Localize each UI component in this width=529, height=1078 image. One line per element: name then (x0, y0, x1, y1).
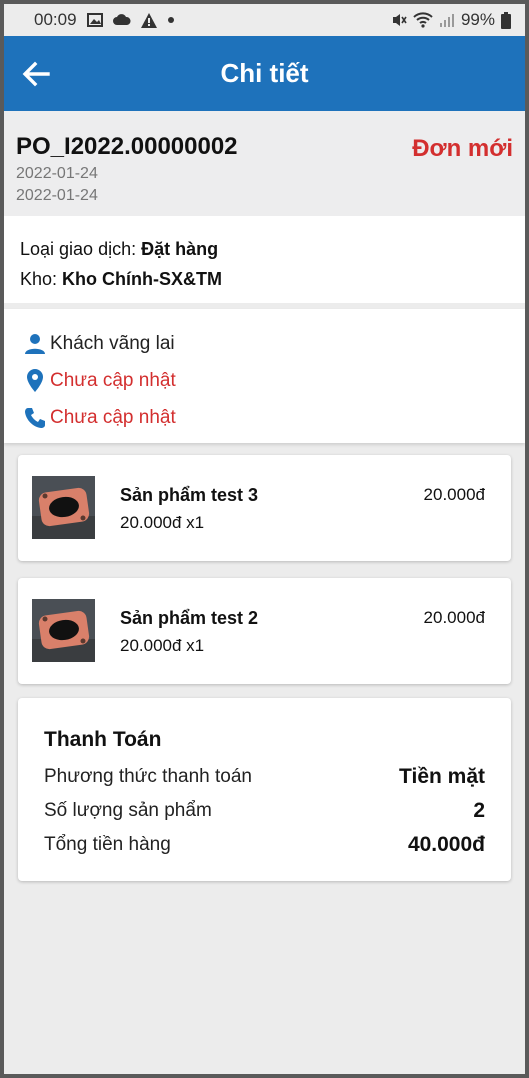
status-bar: 00:09 99% (4, 4, 525, 36)
product-item[interactable]: Sản phẩm test 3 20.000đ x1 20.000đ (18, 455, 511, 561)
order-header: PO_I2022.00000002 2022-01-24 2022-01-24 … (4, 111, 525, 216)
phone-icon (22, 407, 48, 429)
back-button[interactable] (20, 58, 52, 90)
arrow-left-icon (22, 61, 50, 87)
transaction-info: Loại giao dịch: Đặt hàng Kho: Kho Chính-… (4, 216, 525, 303)
wifi-icon (413, 12, 433, 28)
product-price-qty: 20.000đ x1 (120, 513, 205, 532)
warehouse-label: Kho: (20, 269, 63, 289)
customer-name-row: Khách vãng lai (22, 325, 507, 362)
product-thumbnail (32, 599, 95, 662)
image-icon (86, 13, 103, 27)
customer-phone: Chưa cập nhật (50, 406, 176, 428)
product-price-qty: 20.000đ x1 (120, 636, 205, 655)
customer-address: Chưa cập nhật (50, 369, 176, 391)
customer-name: Khách vãng lai (50, 332, 175, 354)
customer-info: Khách vãng lai Chưa cập nhật Chưa cập nh… (4, 309, 525, 443)
payment-method-value: Tiền mặt (399, 765, 485, 788)
order-total-label: Tổng tiền hàng (44, 834, 171, 855)
order-total-row: Tổng tiền hàng 40.000đ (44, 828, 485, 862)
page-title: Chi tiết (220, 58, 309, 88)
order-total-value: 40.000đ (407, 833, 485, 856)
product-count-value: 2 (473, 799, 485, 822)
order-date-delivery: 2022-01-24 (16, 187, 98, 204)
app-bar: Chi tiết (4, 36, 525, 111)
payment-method-row: Phương thức thanh toán Tiền mặt (44, 760, 485, 794)
product-total: 20.000đ (423, 485, 485, 504)
app-screen: 00:09 99% Chi tiết PO_I2022.00000002 202… (4, 4, 525, 1074)
product-count-row: Số lượng sản phẩm 2 (44, 794, 485, 828)
status-time: 00:09 (34, 10, 77, 29)
order-date-created: 2022-01-24 (16, 165, 98, 182)
cloud-icon (112, 14, 131, 26)
product-total: 20.000đ (423, 608, 485, 627)
warehouse-row: Kho: Kho Chính-SX&TM (20, 264, 509, 294)
battery-percent: 99% (460, 10, 495, 29)
transaction-type-value: Đặt hàng (141, 239, 219, 259)
dot-icon (167, 16, 175, 24)
product-name: Sản phẩm test 2 (120, 608, 259, 628)
product-count-label: Số lượng sản phẩm (44, 800, 212, 821)
product-item[interactable]: Sản phẩm test 2 20.000đ x1 20.000đ (18, 578, 511, 684)
mute-icon (391, 12, 407, 28)
battery-icon (501, 11, 511, 29)
payment-title: Thanh Toán (44, 728, 162, 751)
product-thumbnail (32, 476, 95, 539)
transaction-type-label: Loại giao dịch: (20, 239, 142, 259)
payment-summary: Thanh Toán Phương thức thanh toán Tiền m… (18, 698, 511, 881)
warning-icon (140, 12, 157, 28)
order-status-badge: Đơn mới (412, 135, 513, 162)
person-icon (22, 333, 48, 355)
product-name: Sản phẩm test 3 (120, 485, 259, 505)
payment-method-label: Phương thức thanh toán (44, 766, 252, 787)
transaction-type-row: Loại giao dịch: Đặt hàng (20, 234, 509, 264)
warehouse-value: Kho Chính-SX&TM (62, 269, 223, 289)
signal-icon (439, 13, 455, 27)
customer-phone-row: Chưa cập nhật (22, 399, 507, 436)
location-pin-icon (22, 368, 48, 393)
customer-address-row: Chưa cập nhật (22, 362, 507, 399)
